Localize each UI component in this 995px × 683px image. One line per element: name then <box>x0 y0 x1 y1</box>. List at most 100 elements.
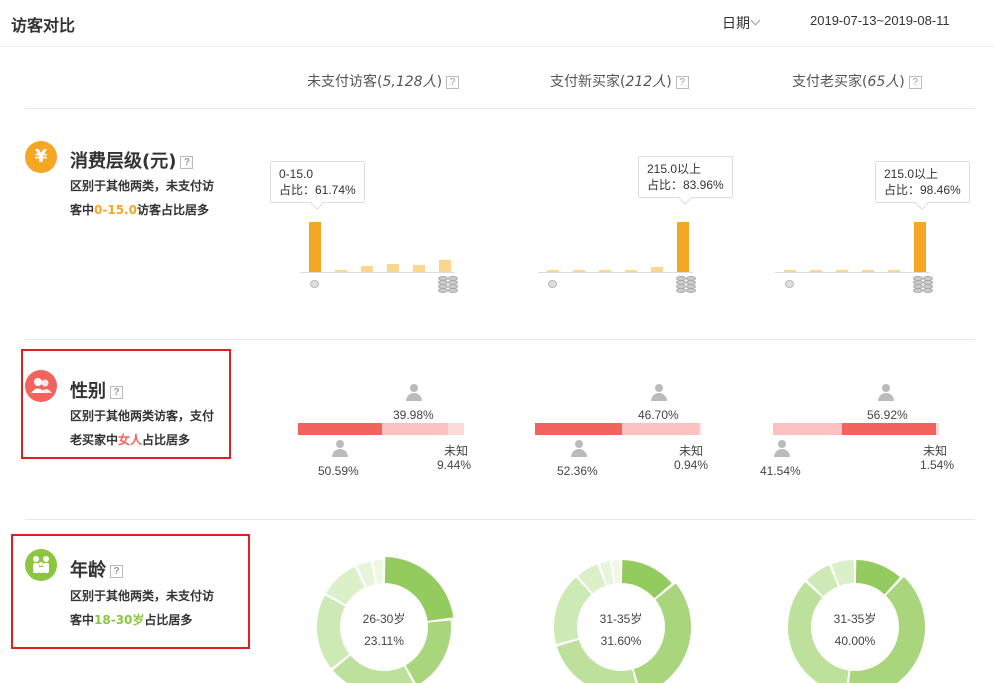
gender-bar-segment[interactable] <box>535 423 622 435</box>
female-icon <box>651 384 667 402</box>
unknown-percent: 9.44% <box>437 458 472 472</box>
bar[interactable] <box>810 270 822 272</box>
bar[interactable] <box>439 260 451 272</box>
person-body <box>332 449 348 457</box>
section-title-gender: 性别? <box>70 377 123 403</box>
column-header-old-buyer: 支付老买家(65人)? <box>792 71 922 91</box>
gender-bar-segment[interactable] <box>621 423 700 435</box>
bar[interactable] <box>836 270 848 272</box>
coin-stack-icon <box>438 276 458 293</box>
bar[interactable] <box>599 270 611 272</box>
person-head <box>575 440 583 448</box>
male-percent: 41.54% <box>760 464 801 478</box>
person-body <box>774 449 790 457</box>
person-body <box>571 449 587 457</box>
gender-bar-segment[interactable] <box>699 423 701 435</box>
person-head <box>410 384 418 392</box>
bar[interactable] <box>888 270 900 272</box>
donut-slice[interactable] <box>373 560 384 584</box>
female-percent: 46.70% <box>638 408 679 422</box>
bar[interactable] <box>625 270 637 272</box>
unknown-label: 未知 <box>679 444 704 458</box>
donut-slice[interactable] <box>612 560 621 584</box>
tooltip-range: 0-15.0 <box>279 167 314 181</box>
help-icon[interactable]: ? <box>675 75 689 89</box>
bar[interactable] <box>309 222 321 272</box>
donut-center-value: 31.60% <box>600 634 642 648</box>
female-icon <box>406 384 422 402</box>
gender-bar-segment[interactable] <box>936 423 939 435</box>
help-icon[interactable]: ? <box>180 155 194 169</box>
unknown-percent: 0.94% <box>674 458 709 472</box>
person-head <box>655 384 663 392</box>
donut-slice[interactable] <box>317 595 350 669</box>
gender-bar-segment[interactable] <box>773 423 842 435</box>
gender-bar-segment[interactable] <box>381 423 449 435</box>
donut-center-value: 23.11% <box>364 634 404 648</box>
bar[interactable] <box>862 270 874 272</box>
bar[interactable] <box>677 222 689 272</box>
male-percent: 52.36% <box>557 464 598 478</box>
divider <box>25 519 975 520</box>
help-icon[interactable]: ? <box>908 75 922 89</box>
bar[interactable] <box>547 270 559 272</box>
female-percent: 39.98% <box>393 408 434 422</box>
gender-bar-segment[interactable] <box>841 423 937 435</box>
bar[interactable] <box>914 222 926 272</box>
bar[interactable] <box>784 270 796 272</box>
person-body <box>878 393 894 401</box>
bar[interactable] <box>573 270 585 272</box>
tooltip-range: 215.0以上 <box>647 162 702 176</box>
tooltip: 0-15.0 占比：61.74% <box>270 161 365 203</box>
bar[interactable] <box>361 266 373 272</box>
tooltip-share: 占比：61.74% <box>279 183 356 197</box>
bar[interactable] <box>413 265 425 272</box>
section-desc-spend: 区别于其他两类，未支付访客中0-15.0访客占比居多 <box>70 179 215 217</box>
help-icon[interactable]: ? <box>110 564 123 578</box>
person-head <box>778 440 786 448</box>
male-icon <box>774 440 790 458</box>
help-icon[interactable]: ? <box>446 75 460 89</box>
tooltip: 215.0以上占比：83.96% <box>638 156 733 198</box>
donut-center-label: 31-35岁 <box>599 612 643 626</box>
donut-slice[interactable] <box>788 582 849 683</box>
female-percent: 56.92% <box>867 408 908 422</box>
bar[interactable] <box>335 270 347 272</box>
gender-bar-segment[interactable] <box>298 423 382 435</box>
person-head <box>336 440 344 448</box>
male-icon <box>332 440 348 458</box>
yen-icon: ¥ <box>25 141 57 173</box>
gender-bar-segment[interactable] <box>448 423 464 435</box>
bar-axis <box>538 272 693 273</box>
person-body <box>406 393 422 401</box>
column-header-unpaid: 未支付访客(5,128人)? <box>307 71 460 91</box>
date-range-text: 2019-07-13~2019-08-11 <box>810 13 950 28</box>
donut-slice[interactable] <box>848 576 925 683</box>
bar[interactable] <box>651 267 663 272</box>
date-dropdown[interactable]: 日期 <box>722 13 750 33</box>
coin-icon <box>310 280 319 288</box>
section-title-age: 年龄? <box>70 556 123 582</box>
section-title-spend: 消费层级(元)? <box>70 147 194 173</box>
unknown-label: 未知 <box>444 444 469 458</box>
tooltip-share: 占比：83.96% <box>647 178 724 192</box>
female-icon <box>878 384 894 402</box>
help-icon[interactable]: ? <box>110 385 123 399</box>
coin-icon <box>785 280 794 288</box>
bar[interactable] <box>387 264 399 272</box>
donut-slice[interactable] <box>332 655 415 683</box>
family-icon <box>25 549 57 581</box>
section-desc-age: 区别于其他两类，未支付访客中18-30岁占比居多 <box>70 589 215 627</box>
person-head <box>882 384 890 392</box>
donut-slice[interactable] <box>405 620 452 683</box>
male-percent: 50.59% <box>318 464 359 478</box>
people-icon <box>25 370 57 402</box>
tooltip-share: 占比：98.46% <box>884 183 961 197</box>
donut-slice[interactable] <box>621 560 672 599</box>
donut-slice[interactable] <box>326 566 365 605</box>
page-title: 访客对比 <box>11 16 76 35</box>
section-desc-gender: 区别于其他两类访客，支付老买家中女人占比居多 <box>70 409 215 447</box>
chevron-down-icon[interactable] <box>750 15 761 26</box>
header-bar: 访客对比 日期 2019-07-13~2019-08-11 <box>0 0 995 47</box>
unknown-label: 未知 <box>923 444 948 458</box>
